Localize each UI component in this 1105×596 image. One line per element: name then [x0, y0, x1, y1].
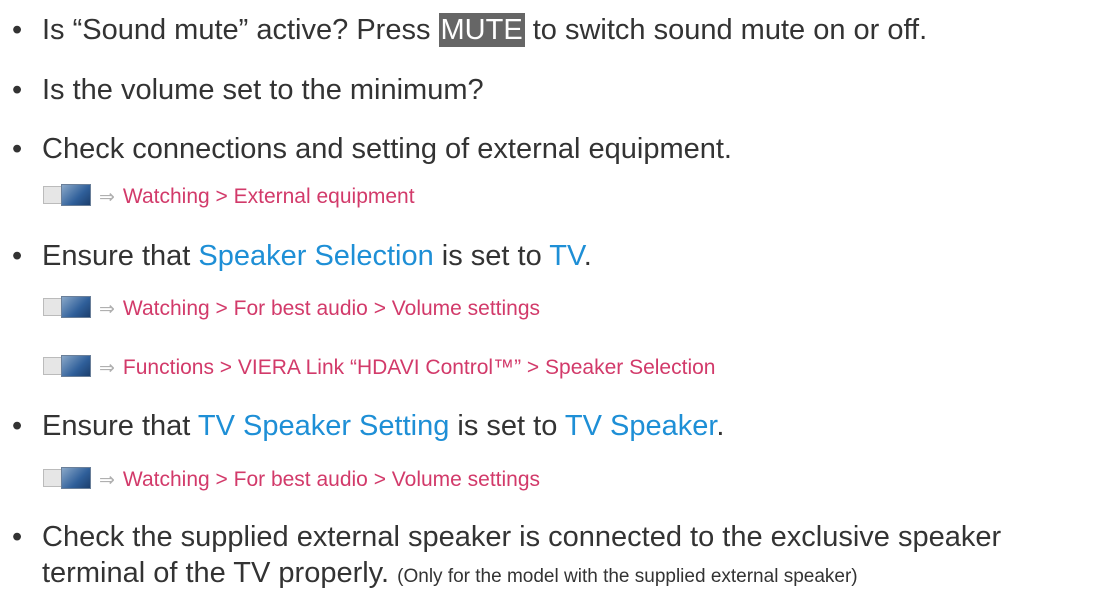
bullet: •: [12, 74, 23, 106]
item-text: terminal of the TV properly.: [42, 557, 390, 589]
ereference-icon: [43, 355, 91, 377]
list-item-external-speaker: • Check the supplied external speaker is …: [12, 519, 1001, 555]
arrow-right-icon: ⇒: [99, 187, 115, 208]
bullet: •: [12, 133, 23, 165]
ereference-icon: [43, 184, 91, 206]
arrow-right-icon: ⇒: [99, 299, 115, 320]
reference-text: Watching > For best audio > Volume setti…: [122, 297, 541, 320]
item-text: Check connections and setting of externa…: [42, 133, 732, 165]
reference-link-speaker-selection[interactable]: ⇒ Functions > VIERA Link “HDAVI Control™”…: [43, 354, 715, 383]
bullet: •: [12, 14, 23, 46]
tv-term: TV: [549, 240, 584, 272]
item-text: Is “Sound mute” active? Press: [42, 14, 439, 46]
item-text: Ensure that: [42, 240, 199, 272]
item-text: Check the supplied external speaker is c…: [42, 521, 1002, 553]
bullet: •: [12, 410, 23, 442]
bullet: •: [12, 521, 23, 553]
tv-speaker-setting-term: TV Speaker Setting: [197, 410, 450, 442]
list-item-sound-mute: • Is “Sound mute” active? Press MUTE to s…: [12, 12, 927, 48]
reference-link-external-equipment[interactable]: ⇒ Watching > External equipment: [43, 183, 415, 212]
list-item-volume-minimum: • Is the volume set to the minimum?: [12, 72, 484, 108]
item-text: to switch sound mute on or off.: [524, 14, 928, 46]
reference-link-volume-settings-2[interactable]: ⇒ Watching > For best audio > Volume sett…: [43, 466, 540, 495]
item-text: .: [716, 410, 725, 442]
reference-link-volume-settings[interactable]: ⇒ Watching > For best audio > Volume sett…: [43, 295, 540, 324]
item-text: Is the volume set to the minimum?: [42, 74, 484, 106]
mute-key-label: MUTE: [438, 13, 525, 47]
ereference-icon: [43, 296, 91, 318]
item-text: is set to: [449, 410, 565, 442]
item-text: .: [583, 240, 592, 272]
reference-text: Watching > For best audio > Volume setti…: [122, 468, 541, 491]
reference-text: Functions > VIERA Link “HDAVI Control™” …: [122, 356, 716, 379]
reference-text: Watching > External equipment: [122, 185, 415, 208]
arrow-right-icon: ⇒: [99, 470, 115, 491]
model-note: (Only for the model with the supplied ex…: [397, 566, 858, 587]
item-text: Ensure that: [42, 410, 198, 442]
bullet: •: [12, 240, 23, 272]
list-item-tv-speaker-setting: • Ensure that TV Speaker Setting is set t…: [12, 408, 724, 444]
list-item-speaker-selection: • Ensure that Speaker Selection is set to…: [12, 238, 592, 274]
tv-speaker-term: TV Speaker: [564, 410, 717, 442]
speaker-selection-term: Speaker Selection: [198, 240, 434, 272]
list-item-external-speaker-cont: terminal of the TV properly. (Only for t…: [42, 555, 858, 595]
ereference-icon: [43, 467, 91, 489]
arrow-right-icon: ⇒: [99, 358, 115, 379]
list-item-check-connections: • Check connections and setting of extern…: [12, 131, 732, 167]
item-text: is set to: [433, 240, 550, 272]
